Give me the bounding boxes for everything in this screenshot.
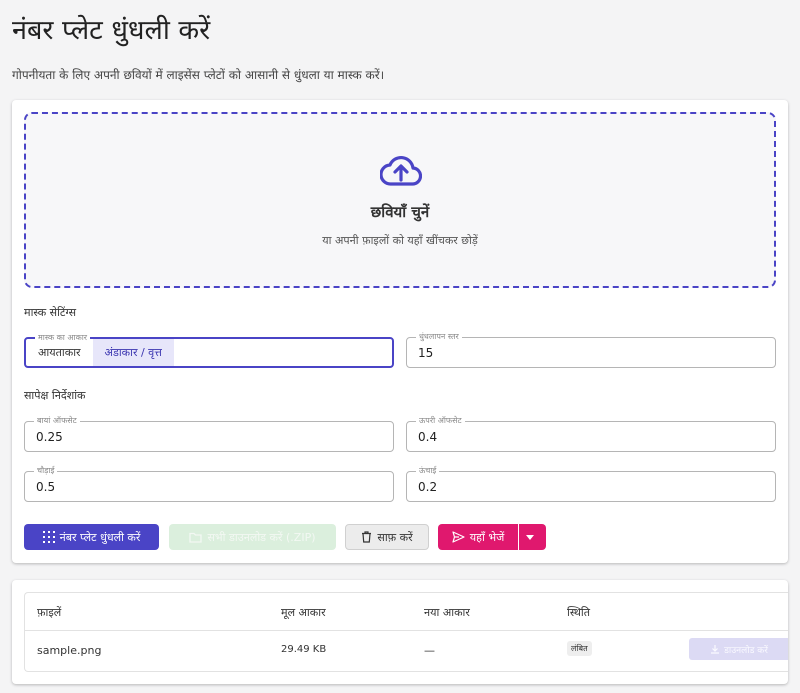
dropzone-title: छवियाँ चुनें (370, 203, 430, 221)
file-original-size: 29.49 KB (281, 644, 327, 655)
page-subtitle: गोपनीयता के लिए अपनी छवियों में लाइसेंस … (12, 68, 385, 82)
download-all-button[interactable]: सभी डाउनलोड करें (.ZIP) (169, 524, 336, 550)
caret-down-icon (526, 534, 534, 540)
top-offset-legend: ऊपरी ऑफसेट (416, 415, 465, 427)
relative-coords-label: सापेक्ष निर्देशांक (24, 389, 86, 402)
left-offset-value: 0.25 (36, 430, 63, 444)
top-offset-value: 0.4 (418, 430, 438, 444)
header-new-size: नया आकार (424, 606, 470, 619)
status-badge: लंबित (567, 641, 592, 656)
blur-plates-button[interactable]: नंबर प्लेट धुंधली करें (24, 524, 159, 550)
header-divider (25, 630, 788, 631)
height-value: 0.2 (418, 480, 438, 494)
top-offset-input[interactable]: ऊपरी ऑफसेट 0.4 (406, 415, 776, 452)
height-input[interactable]: ऊंचाई 0.2 (406, 465, 776, 502)
height-legend: ऊंचाई (416, 465, 440, 477)
row-download-button[interactable]: डाउनलोड करें (689, 638, 788, 660)
files-table: फ़ाइलें मूल आकार नया आकार स्थिति sample.… (24, 592, 788, 672)
width-legend: चौड़ाई (34, 465, 58, 477)
mask-settings-label: मास्क सेटिंग्स (24, 306, 77, 319)
send-here-button[interactable]: यहाँ भेजें (438, 524, 518, 550)
width-value: 0.5 (36, 480, 56, 494)
blur-level-value: 15 (418, 346, 434, 360)
settings-card: छवियाँ चुनें या अपनी फ़ाइलों को यहाँ खीं… (12, 100, 788, 563)
header-original-size: मूल आकार (281, 606, 326, 619)
file-name: sample.png (37, 644, 102, 657)
blur-level-input[interactable]: धुंधलापन स्तर 15 (406, 331, 776, 368)
shape-option-ellipse[interactable]: अंडाकार / वृत्त (92, 339, 174, 366)
width-input[interactable]: चौड़ाई 0.5 (24, 465, 394, 502)
trash-icon (362, 531, 372, 543)
file-new-size: — (424, 644, 435, 657)
mask-shape-toggle: आयताकार अंडाकार / वृत्त (26, 339, 174, 366)
blur-grid-icon (42, 531, 55, 543)
blur-level-legend: धुंधलापन स्तर (416, 331, 462, 343)
clear-button[interactable]: साफ़ करें (345, 524, 429, 550)
shape-option-rectangle[interactable]: आयताकार (26, 339, 93, 366)
row-download-label: डाउनलोड करें (724, 645, 768, 656)
mask-shape-field: मास्क का आकार आयताकार अंडाकार / वृत्त (24, 332, 394, 368)
files-card: फ़ाइलें मूल आकार नया आकार स्थिति sample.… (12, 580, 788, 684)
cloud-upload-icon (380, 155, 422, 186)
download-all-label: सभी डाउनलोड करें (.ZIP) (207, 530, 316, 544)
page-title: नंबर प्लेट धुंधली करें (12, 15, 211, 46)
header-file: फ़ाइलें (37, 606, 62, 619)
send-options-dropdown[interactable] (519, 524, 546, 550)
send-here-label: यहाँ भेजें (469, 530, 505, 544)
dropzone-hint: या अपनी फ़ाइलों को यहाँ खींचकर छोड़ें (322, 234, 478, 247)
clear-label: साफ़ करें (377, 530, 413, 544)
image-dropzone[interactable]: छवियाँ चुनें या अपनी फ़ाइलों को यहाँ खीं… (24, 112, 776, 288)
download-icon (711, 645, 720, 654)
send-icon (452, 531, 465, 543)
header-status: स्थिति (567, 606, 591, 619)
left-offset-input[interactable]: बायां ऑफसेट 0.25 (24, 415, 394, 452)
blur-plates-label: नंबर प्लेट धुंधली करें (59, 530, 141, 544)
left-offset-legend: बायां ऑफसेट (34, 415, 80, 427)
folder-icon (189, 532, 203, 543)
